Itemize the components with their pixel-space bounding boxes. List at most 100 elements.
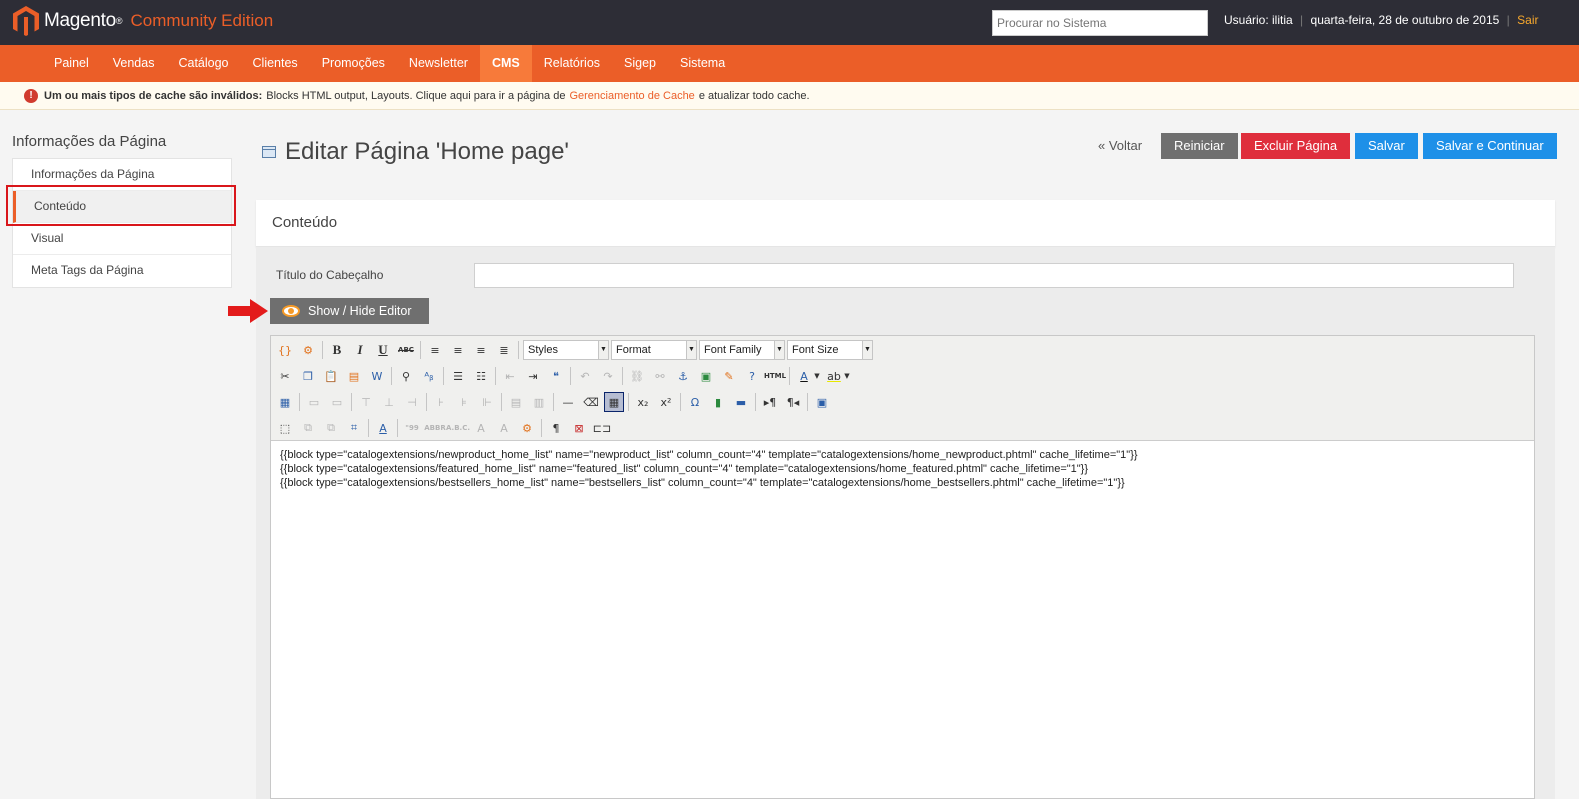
save-button[interactable]: Salvar <box>1355 133 1418 159</box>
absolute-position-icon[interactable]: ⌗ <box>344 418 364 438</box>
paste-text-icon[interactable]: ▤ <box>344 366 364 386</box>
global-search-input[interactable] <box>992 10 1208 36</box>
cut-icon[interactable]: ✂ <box>275 366 295 386</box>
html-source-icon[interactable]: HTML <box>764 366 786 386</box>
insert-table-icon[interactable]: ▦ <box>275 392 295 412</box>
nav-item-relatorios[interactable]: Relatórios <box>532 45 612 82</box>
paste-icon[interactable]: 📋 <box>321 366 341 386</box>
insert-col-before-icon[interactable]: ⊦ <box>431 392 451 412</box>
insert-widget-icon[interactable]: ⚙ <box>298 340 318 360</box>
move-forward-icon[interactable]: ⧉ <box>298 418 318 438</box>
nav-item-vendas[interactable]: Vendas <box>101 45 167 82</box>
style-props-icon[interactable]: A <box>373 418 393 438</box>
merge-cells-icon[interactable]: ▥ <box>529 392 549 412</box>
nav-item-sigep[interactable]: Sigep <box>612 45 668 82</box>
tab-content[interactable]: Conteúdo <box>13 191 231 223</box>
undo-icon[interactable]: ↶ <box>575 366 595 386</box>
indent-icon[interactable]: ⇥ <box>523 366 543 386</box>
bullet-list-icon[interactable]: ☰ <box>448 366 468 386</box>
attributes-icon[interactable]: ⚙ <box>517 418 537 438</box>
cell-props-icon[interactable]: ▭ <box>327 392 347 412</box>
insert-row-after-icon[interactable]: ⊥ <box>379 392 399 412</box>
styles-dropdown[interactable]: Styles ▼ <box>523 340 609 360</box>
visual-aid-icon[interactable]: ▦ <box>604 392 624 412</box>
redo-icon[interactable]: ↷ <box>598 366 618 386</box>
deletion-icon[interactable]: A <box>471 418 491 438</box>
ltr-icon[interactable]: ▸¶ <box>760 392 780 412</box>
font-size-dropdown[interactable]: Font Size ▼ <box>787 340 873 360</box>
logout-link[interactable]: Sair <box>1517 13 1538 27</box>
insert-col-after-icon[interactable]: ⊧ <box>454 392 474 412</box>
nav-item-promocoes[interactable]: Promoções <box>310 45 397 82</box>
nav-item-sistema[interactable]: Sistema <box>668 45 737 82</box>
media-icon[interactable]: ▮ <box>708 392 728 412</box>
row-props-icon[interactable]: ▭ <box>304 392 324 412</box>
rtl-icon[interactable]: ¶◂ <box>783 392 803 412</box>
non-breaking-icon[interactable]: ⊠ <box>569 418 589 438</box>
nav-item-painel[interactable]: Painel <box>42 45 101 82</box>
bold-icon[interactable]: B <box>327 340 347 360</box>
align-justify-icon[interactable]: ≣ <box>494 340 514 360</box>
remove-format-icon[interactable]: ⌫ <box>581 392 601 412</box>
magento-logo[interactable]: Magento ® Community Edition <box>12 5 273 37</box>
content-heading-input[interactable] <box>474 263 1514 288</box>
acronym-icon[interactable]: A.B.C. <box>446 418 470 438</box>
outdent-icon[interactable]: ⇤ <box>500 366 520 386</box>
align-right-icon[interactable]: ≡ <box>471 340 491 360</box>
tab-page-info[interactable]: Informações da Página <box>13 159 231 191</box>
font-family-dropdown[interactable]: Font Family ▼ <box>699 340 785 360</box>
show-blocks-icon[interactable]: ¶ <box>546 418 566 438</box>
advanced-hr-icon[interactable]: ▬ <box>731 392 751 412</box>
copy-icon[interactable]: ❐ <box>298 366 318 386</box>
show-hide-editor-button[interactable]: Show / Hide Editor <box>270 298 429 324</box>
page-break-icon[interactable]: ⊏⊐ <box>592 418 612 438</box>
nav-item-newsletter[interactable]: Newsletter <box>397 45 480 82</box>
find-icon[interactable]: ⚲ <box>396 366 416 386</box>
delete-page-button[interactable]: Excluir Página <box>1241 133 1351 159</box>
nav-item-cms[interactable]: CMS <box>479 45 532 82</box>
delete-row-icon[interactable]: ⊣ <box>402 392 422 412</box>
help-icon[interactable]: ? <box>742 366 762 386</box>
insertion-icon[interactable]: A <box>494 418 514 438</box>
insert-row-before-icon[interactable]: ⊤ <box>356 392 376 412</box>
nav-item-clientes[interactable]: Clientes <box>241 45 310 82</box>
insert-variable-icon[interactable]: {} <box>275 340 295 360</box>
cite-icon[interactable]: "99 <box>402 418 422 438</box>
anchor-icon[interactable]: ⚓ <box>673 366 693 386</box>
link-icon[interactable]: ⛓ <box>627 366 647 386</box>
special-char-icon[interactable]: Ω <box>685 392 705 412</box>
cleanup-icon[interactable]: ✎ <box>719 366 739 386</box>
chevron-down-icon[interactable]: ▼ <box>813 366 821 386</box>
horizontal-rule-icon[interactable]: — <box>558 392 578 412</box>
nav-item-catalogo[interactable]: Catálogo <box>166 45 240 82</box>
subscript-icon[interactable]: x₂ <box>633 392 653 412</box>
numbered-list-icon[interactable]: ☷ <box>471 366 491 386</box>
split-cells-icon[interactable]: ▤ <box>506 392 526 412</box>
tab-design[interactable]: Visual <box>13 223 231 255</box>
back-button[interactable]: « Voltar <box>1098 133 1142 159</box>
align-left-icon[interactable]: ≡ <box>425 340 445 360</box>
chevron-down-icon[interactable]: ▼ <box>843 366 851 386</box>
fullscreen-icon[interactable]: ▣ <box>812 392 832 412</box>
abbreviation-icon[interactable]: ABBR <box>424 418 445 438</box>
italic-icon[interactable]: I <box>350 340 370 360</box>
move-backward-icon[interactable]: ⧉ <box>321 418 341 438</box>
blockquote-icon[interactable]: ❝ <box>546 366 566 386</box>
underline-icon[interactable]: U <box>373 340 393 360</box>
image-icon[interactable]: ▣ <box>696 366 716 386</box>
cache-management-link[interactable]: Gerenciamento de Cache <box>569 90 694 102</box>
align-center-icon[interactable]: ≡ <box>448 340 468 360</box>
paste-word-icon[interactable]: W <box>367 366 387 386</box>
editor-content[interactable]: {{block type="catalogextensions/newprodu… <box>280 448 1138 490</box>
unlink-icon[interactable]: ⚯ <box>650 366 670 386</box>
insert-layer-icon[interactable]: ⬚ <box>275 418 295 438</box>
reset-button[interactable]: Reiniciar <box>1161 133 1238 159</box>
text-color-icon[interactable]: A <box>794 366 814 386</box>
format-dropdown[interactable]: Format ▼ <box>611 340 697 360</box>
strikethrough-icon[interactable]: ABC <box>396 340 416 360</box>
replace-icon[interactable]: ᴬᵦ <box>419 366 439 386</box>
tab-meta-tags[interactable]: Meta Tags da Página <box>13 255 231 287</box>
delete-col-icon[interactable]: ⊩ <box>477 392 497 412</box>
superscript-icon[interactable]: x² <box>656 392 676 412</box>
background-color-icon[interactable]: ab <box>824 366 844 386</box>
